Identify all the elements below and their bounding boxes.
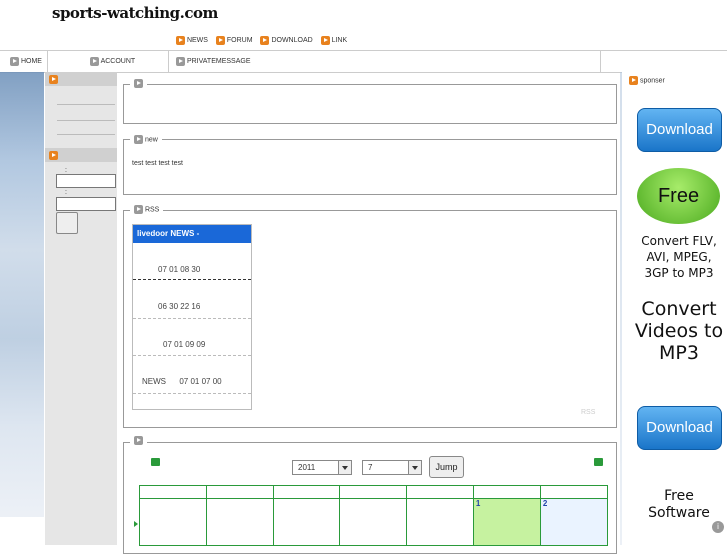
calendar-day-cell <box>339 498 408 546</box>
year-select[interactable]: 2011 <box>292 460 352 475</box>
rss-header[interactable]: livedoor NEWS - <box>133 225 251 243</box>
arrow-icon <box>49 151 58 160</box>
username-label: : <box>65 167 67 174</box>
arrow-icon <box>49 75 58 84</box>
calendar-header-cell <box>539 485 609 499</box>
prev-month-icon[interactable] <box>151 458 160 466</box>
rss-item[interactable]: 07 01 08 30 <box>133 265 276 274</box>
jump-button[interactable]: Jump <box>429 456 464 478</box>
arrow-icon <box>320 36 330 45</box>
calendar-header-cell <box>406 485 474 499</box>
calendar-day-cell <box>406 498 474 546</box>
crowd-background <box>0 72 44 517</box>
chevron-down-icon <box>338 461 351 474</box>
rss-item[interactable]: 07 01 09 09 <box>133 340 281 349</box>
username-input[interactable] <box>56 174 116 188</box>
left-sidebar: : : <box>45 72 117 545</box>
arrow-icon <box>629 76 638 85</box>
free-software-ad-text[interactable]: Free Software <box>633 488 725 522</box>
calendar-header-cell <box>339 485 408 499</box>
arrow-icon <box>215 36 225 45</box>
divider <box>57 120 115 121</box>
top-nav: NEWS FORUM DOWNLOAD LINK <box>176 36 353 45</box>
topnav-forum[interactable]: FORUM <box>215 36 253 45</box>
nav-account[interactable]: ACCOUNT <box>49 51 169 72</box>
site-logo[interactable]: sports-watching.com <box>52 4 218 22</box>
nav-home[interactable]: HOME <box>0 51 48 72</box>
rss-link[interactable]: RSS <box>581 409 595 416</box>
topnav-link[interactable]: LINK <box>320 36 347 45</box>
calendar-header-cell <box>139 485 207 499</box>
download-ad-button-2[interactable]: Download <box>637 406 722 450</box>
arrow-icon <box>10 56 19 66</box>
divider <box>57 134 115 135</box>
arrow-icon <box>134 135 143 144</box>
calendar-grid: 1 2 <box>139 485 609 546</box>
rss-item[interactable]: NEWS 07 01 07 00 <box>133 377 260 386</box>
divider <box>133 279 251 280</box>
divider <box>57 104 115 105</box>
rss-item[interactable]: 06 30 22 16 <box>133 302 276 311</box>
calendar-day-cell[interactable]: 2 <box>539 498 609 546</box>
download-ad-button[interactable]: Download <box>637 108 722 152</box>
sidebar-header <box>45 72 117 86</box>
divider <box>133 355 251 356</box>
topnav-news[interactable]: NEWS <box>176 36 208 45</box>
convert-videos-ad-text[interactable]: Convert Videos to MP3 <box>633 298 725 364</box>
password-input[interactable] <box>56 197 116 211</box>
password-label: : <box>65 189 67 196</box>
arrow-icon <box>134 205 143 214</box>
free-ad-badge[interactable]: Free <box>637 168 720 224</box>
sponsor-title: sponser <box>629 76 665 85</box>
calendar-day-cell[interactable]: 1 <box>472 498 541 546</box>
calendar-day-cell <box>139 498 207 546</box>
arrow-icon <box>176 56 185 66</box>
login-button[interactable] <box>56 212 78 234</box>
divider <box>133 393 251 394</box>
week-arrow-icon[interactable] <box>134 521 138 527</box>
convert-ad-text[interactable]: Convert FLV, AVI, MPEG, 3GP to MP3 <box>633 233 725 281</box>
next-month-icon[interactable] <box>594 458 603 466</box>
divider <box>133 318 251 319</box>
panel-top <box>123 84 617 124</box>
new-body-text: test test test test <box>132 160 183 167</box>
calendar-day-cell <box>272 498 341 546</box>
calendar-header-cell <box>472 485 541 499</box>
arrow-icon <box>90 56 99 66</box>
panel-new-title: new <box>130 135 162 144</box>
chevron-down-icon <box>408 461 421 474</box>
arrow-icon <box>134 436 143 445</box>
info-icon[interactable]: i <box>712 521 724 533</box>
calendar-day-cell <box>205 498 274 546</box>
arrow-icon <box>260 36 270 45</box>
panel-new <box>123 139 617 195</box>
nav-private-message[interactable]: PRIVATEMESSAGE <box>170 51 601 72</box>
calendar-header-cell <box>205 485 274 499</box>
panel-rss-title: RSS <box>130 205 164 214</box>
topnav-download[interactable]: DOWNLOAD <box>260 36 313 45</box>
arrow-icon <box>176 36 185 45</box>
month-select[interactable]: 7 <box>362 460 422 475</box>
panel-calendar-title <box>130 436 147 445</box>
panel-top-title <box>130 79 147 88</box>
rss-widget: livedoor NEWS - 07 01 08 30 06 30 22 16 … <box>132 224 252 410</box>
arrow-icon <box>134 79 143 88</box>
calendar-header-cell <box>272 485 341 499</box>
login-header <box>45 148 117 162</box>
main-navbar: HOME ACCOUNT PRIVATEMESSAGE <box>0 50 727 73</box>
